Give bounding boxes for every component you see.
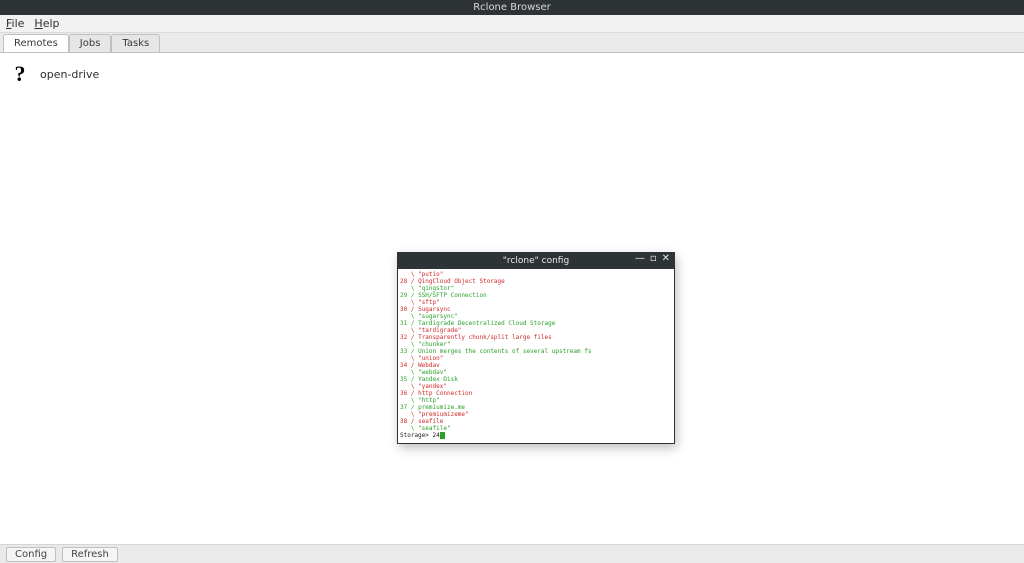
minimize-icon[interactable]: — <box>635 254 645 264</box>
tab-tasks[interactable]: Tasks <box>111 34 160 52</box>
remote-label: open-drive <box>40 68 99 81</box>
terminal-title: "rclone" config <box>503 256 569 266</box>
workarea: ? open-drive "rclone" config — ▫ ✕ \ "pu… <box>0 53 1024 545</box>
refresh-button[interactable]: Refresh <box>62 547 118 562</box>
tabs: Remotes Jobs Tasks <box>0 33 1024 53</box>
bottombar: Config Refresh <box>0 545 1024 563</box>
menu-help[interactable]: Help <box>34 17 59 30</box>
main-window-title: Rclone Browser <box>473 2 551 13</box>
terminal-controls: — ▫ ✕ <box>635 254 670 264</box>
question-icon: ? <box>10 61 30 87</box>
terminal-body[interactable]: \ "putio"28 / QingCloud Object Storage \… <box>398 269 674 443</box>
close-icon[interactable]: ✕ <box>662 254 670 264</box>
tab-jobs[interactable]: Jobs <box>69 34 112 52</box>
remote-item[interactable]: ? open-drive <box>10 61 99 87</box>
main-window-titlebar: Rclone Browser <box>0 0 1024 15</box>
tab-remotes[interactable]: Remotes <box>3 34 69 52</box>
terminal-titlebar[interactable]: "rclone" config — ▫ ✕ <box>398 253 674 269</box>
terminal-window: "rclone" config — ▫ ✕ \ "putio"28 / Qing… <box>397 252 675 444</box>
config-button[interactable]: Config <box>6 547 56 562</box>
menu-file[interactable]: File <box>6 17 24 30</box>
maximize-icon[interactable]: ▫ <box>650 254 657 264</box>
menubar: File Help <box>0 15 1024 33</box>
